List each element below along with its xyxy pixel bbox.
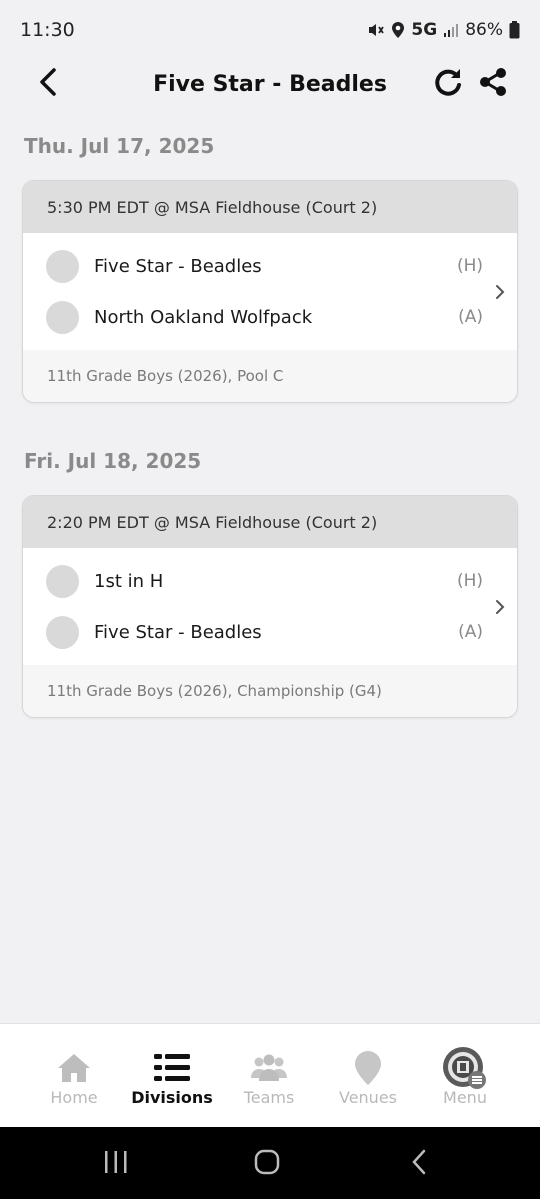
chevron-right-icon [493,283,507,301]
divisions-icon [154,1050,190,1086]
day-heading: Thu. Jul 17, 2025 [24,134,215,158]
battery-percent: 86% [465,20,503,40]
status-icons: 5G 86% [367,20,520,40]
nav-label: Teams [243,1088,295,1107]
team-side: (A) [458,307,483,327]
game-card[interactable]: 2:20 PM EDT @ MSA Fieldhouse (Court 2) 1… [22,495,518,718]
team-avatar [46,615,79,649]
teams-icon [250,1050,288,1086]
team-row-home: Five Star - Beadles (H) [23,241,517,291]
chevron-right-icon [493,598,507,616]
team-side: (A) [458,622,483,642]
nav-label: Home [50,1088,98,1107]
team-side: (H) [456,256,483,276]
game-card[interactable]: 5:30 PM EDT @ MSA Fieldhouse (Court 2) F… [22,180,518,403]
map-pin-icon [354,1050,382,1086]
status-time: 11:30 [20,19,75,41]
nav-label: Divisions [131,1088,213,1107]
team-name: North Oakland Wolfpack [94,306,313,328]
game-division: 11th Grade Boys (2026), Championship (G4… [23,665,517,717]
battery-icon [509,21,520,39]
home-circle-icon [254,1149,280,1179]
team-avatar [46,564,79,598]
page-title: Five Star - Beadles [153,71,387,97]
nav-label: Menu [443,1088,487,1107]
team-row-away: North Oakland Wolfpack (A) [23,292,517,342]
game-time-location: 5:30 PM EDT @ MSA Fieldhouse (Court 2) [23,181,517,233]
back-arrow-icon [411,1149,427,1179]
nav-venues[interactable]: Venues [318,1024,418,1128]
system-nav-bar [0,1127,540,1199]
team-name: Five Star - Beadles [94,255,262,277]
nav-label: Venues [338,1088,397,1107]
team-row-away: Five Star - Beadles (A) [23,607,517,657]
share-icon [478,67,508,101]
team-avatar [46,300,79,334]
game-division: 11th Grade Boys (2026), Pool C [23,350,517,402]
location-icon [391,21,405,39]
app-header: Five Star - Beadles [0,60,540,108]
signal-icon [443,22,459,38]
nav-home[interactable]: Home [24,1024,124,1128]
day-heading: Fri. Jul 18, 2025 [24,449,202,473]
team-side: (H) [456,571,483,591]
mute-icon [367,21,385,39]
team-row-home: 1st in H (H) [23,556,517,606]
bottom-nav: Home Divisions Teams Venues Menu [0,1023,540,1127]
game-teams: Five Star - Beadles (H) North Oakland Wo… [23,233,517,350]
share-button[interactable] [475,66,511,102]
nav-divisions[interactable]: Divisions [122,1024,222,1128]
system-back-button[interactable] [399,1149,439,1179]
chevron-left-icon [38,67,58,101]
nav-menu[interactable]: Menu [415,1024,515,1128]
recent-apps-button[interactable] [96,1149,136,1179]
team-name: Five Star - Beadles [94,621,262,643]
game-time-location: 2:20 PM EDT @ MSA Fieldhouse (Court 2) [23,496,517,548]
team-avatar [46,249,79,283]
refresh-button[interactable] [430,66,466,102]
refresh-icon [432,66,464,102]
menu-logo-icon [442,1046,488,1090]
network-type: 5G [411,20,438,40]
team-name: 1st in H [94,570,164,592]
status-bar: 11:30 5G 86% [0,0,540,60]
nav-teams[interactable]: Teams [219,1024,319,1128]
recent-apps-icon [103,1150,129,1178]
game-teams: 1st in H (H) Five Star - Beadles (A) [23,548,517,665]
back-button[interactable] [30,66,66,102]
home-system-button[interactable] [247,1149,287,1179]
home-icon [56,1050,92,1086]
